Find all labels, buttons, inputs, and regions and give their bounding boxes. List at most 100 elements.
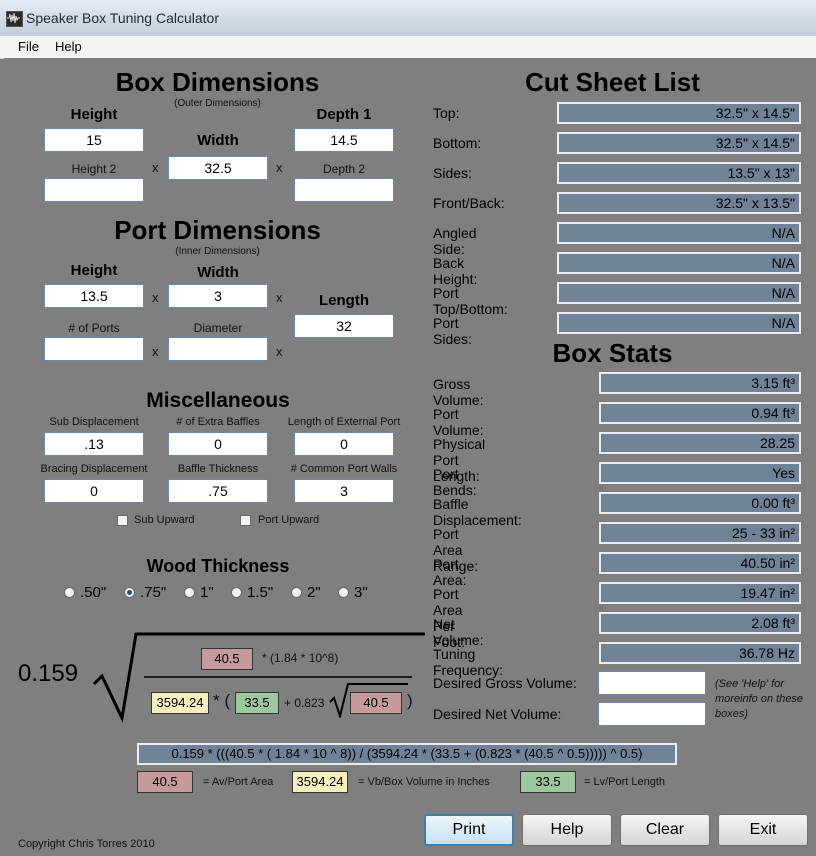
port-count-label: # of Ports xyxy=(68,321,120,335)
sub-upward-checkbox[interactable] xyxy=(117,515,128,526)
exit-button[interactable]: Exit xyxy=(718,814,808,846)
extra-baffles-input[interactable]: 0 xyxy=(168,432,268,456)
cut-sheet-label: Sides: xyxy=(433,165,472,181)
box-stat-label: Baffle Displacement: xyxy=(433,496,522,528)
port-width-input[interactable]: 3 xyxy=(168,284,268,308)
box-stat-value: 25 - 33 in² xyxy=(599,522,801,544)
port-height-label: Height xyxy=(70,262,118,279)
formula-numerator-rest: * (1.84 * 10^8) xyxy=(262,651,339,665)
formula-expression: 0.159 * (((40.5 * ( 1.84 * 10 ^ 8)) / (3… xyxy=(137,743,677,765)
port-x-2: x xyxy=(276,290,283,305)
desired-gross-input[interactable] xyxy=(598,671,706,695)
port-upward-checkbox[interactable] xyxy=(240,515,251,526)
formula-vb-denominator: 3594.24 xyxy=(151,692,209,714)
cut-sheet-label: Bottom: xyxy=(433,135,482,151)
common-port-walls-label: # Common Port Walls xyxy=(290,463,398,475)
sub-displacement-label: Sub Displacement xyxy=(49,416,139,428)
wood-thickness-option-label: .50" xyxy=(80,584,107,601)
box-stat-label: Tuning Frequency: xyxy=(433,646,504,678)
formula-plus-const: + 0.823 xyxy=(284,696,325,710)
box-stat-value: Yes xyxy=(599,462,801,484)
misc-title: Miscellaneous xyxy=(146,389,290,412)
cut-sheet-value: N/A xyxy=(557,252,801,274)
wood-thickness-option-label: 1" xyxy=(200,584,214,601)
cut-sheet-label: Port Top/Bottom: xyxy=(433,285,508,317)
wood-thickness-radio[interactable] xyxy=(124,587,135,598)
baffle-thickness-input[interactable]: .75 xyxy=(168,479,268,503)
box-stat-value: 19.47 in² xyxy=(599,582,801,604)
box-stat-label: Port Volume: xyxy=(433,406,484,438)
cut-sheet-label: Back Height: xyxy=(433,255,478,287)
box-height-input[interactable]: 15 xyxy=(44,128,144,152)
port-x-3: x xyxy=(152,344,159,359)
port-x-1: x xyxy=(152,290,159,305)
box-x-1: x xyxy=(152,160,159,175)
port-length-input[interactable]: 32 xyxy=(294,314,394,338)
app-icon xyxy=(6,11,23,27)
port-diameter-label: Diameter xyxy=(193,321,243,335)
help-note: (See 'Help' for moreinfo on these boxes) xyxy=(715,678,804,720)
desired-net-input[interactable] xyxy=(598,702,706,726)
window-title: Speaker Box Tuning Calculator xyxy=(26,10,219,26)
box-height2-input[interactable] xyxy=(44,178,144,202)
cut-sheet-value: N/A xyxy=(557,222,801,244)
box-dimensions-subtitle: (Outer Dimensions) xyxy=(174,98,261,109)
box-height2-label: Height 2 xyxy=(71,162,117,176)
port-diameter-input[interactable] xyxy=(168,337,268,361)
box-depth2-input[interactable] xyxy=(294,178,394,202)
wood-thickness-radio[interactable] xyxy=(291,587,302,598)
box-height-label: Height xyxy=(70,106,118,123)
print-button[interactable]: Print xyxy=(424,814,514,846)
menu-help[interactable]: Help xyxy=(55,39,82,54)
box-depth1-input[interactable]: 14.5 xyxy=(294,128,394,152)
sub-displacement-input[interactable]: .13 xyxy=(44,432,144,456)
common-port-walls-input[interactable]: 3 xyxy=(294,479,394,503)
wood-thickness-option-label: .75" xyxy=(140,584,167,601)
box-stat-value: 28.25 xyxy=(599,432,801,454)
box-stat-label: Net Volume: xyxy=(433,616,484,648)
formula-av-numerator: 40.5 xyxy=(201,648,253,670)
formula-lv-denominator: 33.5 xyxy=(235,692,279,714)
formula-av-inner: 40.5 xyxy=(350,692,402,714)
wood-thickness-radio[interactable] xyxy=(231,587,242,598)
port-upward-label: Port Upward xyxy=(258,514,320,526)
formula-star-open: * ( xyxy=(213,691,230,710)
port-dimensions-subtitle: (Inner Dimensions) xyxy=(175,246,260,257)
box-depth2-label: Depth 2 xyxy=(322,162,366,176)
cut-sheet-label: Port Sides: xyxy=(433,315,472,347)
cut-sheet-value: 32.5" x 13.5" xyxy=(557,192,801,214)
box-width-label: Width xyxy=(197,132,239,149)
box-width-input[interactable]: 32.5 xyxy=(168,156,268,180)
legend-av-text: = Av/Port Area xyxy=(203,776,274,788)
port-count-input[interactable] xyxy=(44,337,144,361)
extra-baffles-label: # of Extra Baffles xyxy=(176,416,260,428)
box-stat-value: 40.50 in² xyxy=(599,552,801,574)
wood-thickness-radio[interactable] xyxy=(184,587,195,598)
bracing-displacement-input[interactable]: 0 xyxy=(44,479,144,503)
box-stat-value: 36.78 Hz xyxy=(599,642,801,664)
cut-sheet-label: Front/Back: xyxy=(433,195,505,211)
port-width-label: Width xyxy=(197,264,239,281)
legend-lv-box: 33.5 xyxy=(520,771,576,793)
legend-lv-text: = Lv/Port Length xyxy=(584,776,666,788)
legend-vb-text: = Vb/Box Volume in Inches xyxy=(358,776,490,788)
cut-sheet-value: N/A xyxy=(557,312,801,334)
port-height-input[interactable]: 13.5 xyxy=(44,284,144,308)
port-dimensions-title: Port Dimensions xyxy=(114,215,321,245)
copyright: Copyright Chris Torres 2010 xyxy=(18,838,155,850)
box-stat-label: Port Bends: xyxy=(433,466,477,498)
wood-thickness-radio[interactable] xyxy=(338,587,349,598)
menu-file[interactable]: File xyxy=(18,39,39,54)
formula-close-paren: ) xyxy=(407,691,413,710)
clear-button[interactable]: Clear xyxy=(620,814,710,846)
wood-thickness-option-label: 1.5" xyxy=(247,584,274,601)
port-x-4: x xyxy=(276,344,283,359)
help-button[interactable]: Help xyxy=(522,814,612,846)
box-depth1-label: Depth 1 xyxy=(316,106,372,123)
cut-sheet-label: Angled Side: xyxy=(433,225,477,257)
wood-thickness-option-label: 3" xyxy=(354,584,368,601)
external-port-input[interactable]: 0 xyxy=(294,432,394,456)
wood-thickness-radio[interactable] xyxy=(64,587,75,598)
sub-upward-label: Sub Upward xyxy=(134,514,195,526)
desired-gross-label: Desired Gross Volume: xyxy=(433,675,577,691)
